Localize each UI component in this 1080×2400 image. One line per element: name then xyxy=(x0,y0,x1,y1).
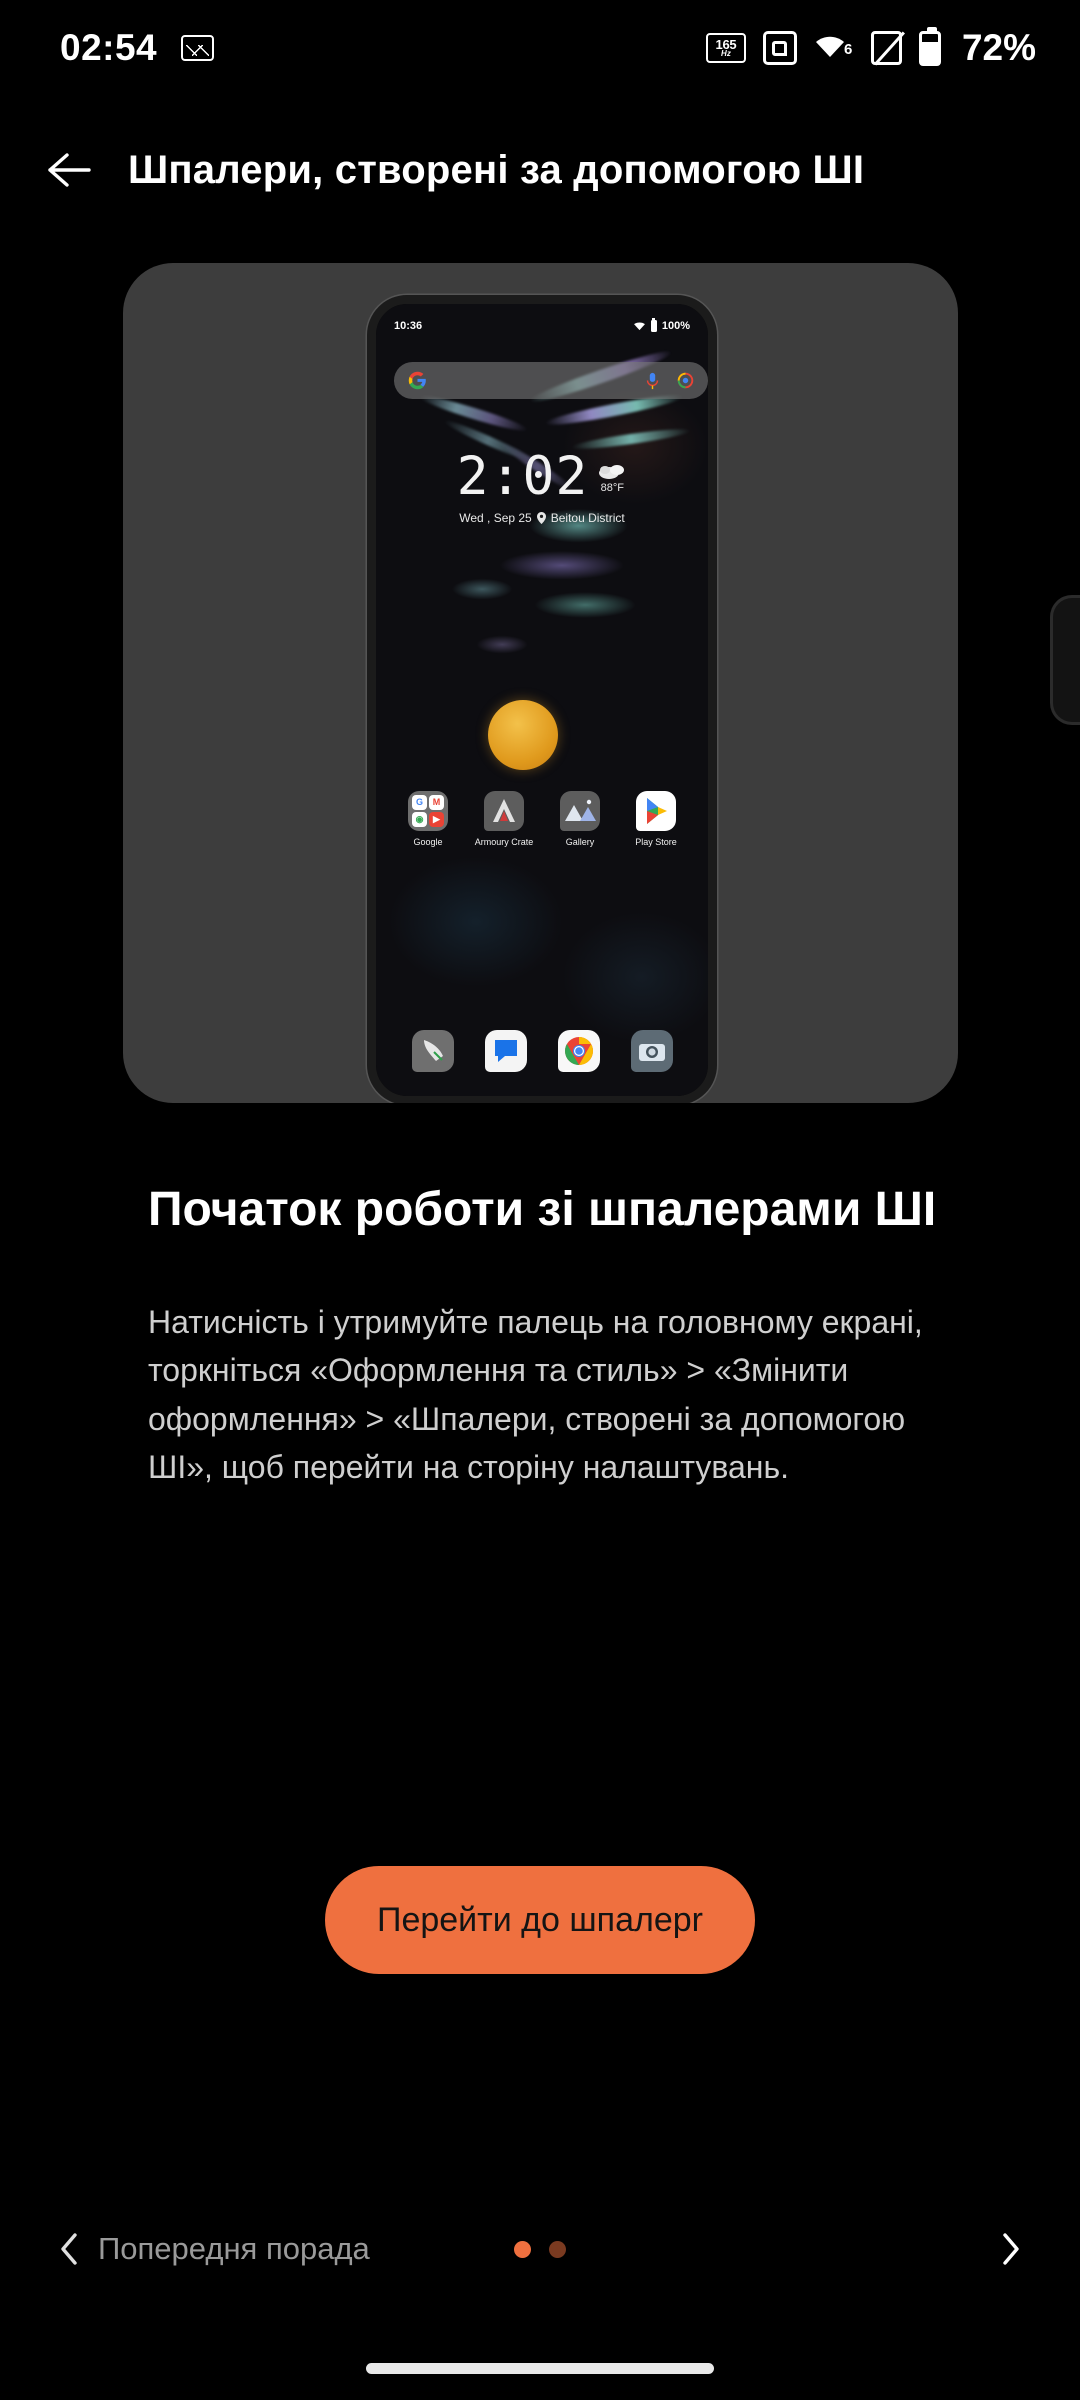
bottom-navigation: Попередня порада xyxy=(0,2194,1080,2304)
ai-wallpaper-image xyxy=(376,304,708,1096)
battery-percent-label: 72% xyxy=(961,27,1036,68)
status-bar-left: 02:54 xyxy=(60,27,215,69)
phone-dialer-icon[interactable] xyxy=(411,1030,454,1072)
arrow-left-icon xyxy=(48,153,91,187)
next-card-peek[interactable] xyxy=(1050,595,1080,725)
app-item[interactable]: Play Store xyxy=(624,791,688,847)
page-dot-inactive[interactable] xyxy=(549,2240,566,2258)
location-pin-icon xyxy=(536,512,546,525)
google-g-icon xyxy=(408,371,426,390)
gallery-icon xyxy=(560,791,600,831)
hero-carousel[interactable]: 10:36 100% 2:02 88°F Wed , Sep 25 Beitou… xyxy=(0,263,1080,1108)
status-bar-clock: 02:54 xyxy=(60,27,158,68)
phone-status-bar: 10:36 100% xyxy=(376,315,708,337)
search-actions xyxy=(645,372,694,390)
play-store-icon xyxy=(636,791,676,831)
google-search-bar[interactable] xyxy=(394,362,708,399)
app-item[interactable]: GM ◉ ▶ Google xyxy=(396,791,460,847)
weather-block: 88°F xyxy=(597,460,627,494)
clock-date: Wed , Sep 25 xyxy=(459,511,532,526)
status-bar-right: 165 Hz 6 72% xyxy=(705,26,1036,69)
page-title: Шпалери, створені за допомогою ШІ xyxy=(128,147,865,192)
wifi-icon xyxy=(633,322,645,331)
phone-status-right: 100% xyxy=(633,318,690,332)
screen-root: 02:54 165 Hz 6 72% Шпалери, створені за … xyxy=(0,0,1080,2400)
home-dock xyxy=(376,1030,708,1072)
weather-temperature: 88°F xyxy=(600,482,624,494)
back-button[interactable] xyxy=(18,120,118,220)
armoury-crate-icon xyxy=(484,791,524,831)
messages-icon[interactable] xyxy=(484,1030,527,1072)
google-lens-icon xyxy=(677,372,694,389)
app-bar: Шпалери, створені за допомогою ШІ xyxy=(0,115,1080,225)
chevron-right-icon xyxy=(1003,2233,1019,2265)
app-label: Armoury Crate xyxy=(474,837,534,847)
clock-widget[interactable]: 2:02 88°F Wed , Sep 25 Beitou District xyxy=(376,446,708,526)
tip-paragraph: Натисність і утримуйте палець на головно… xyxy=(148,1303,923,1486)
previous-tip-label: Попередня порада xyxy=(98,2231,370,2266)
refresh-rate-icon: 165 Hz xyxy=(705,33,746,63)
phone-screen: 10:36 100% 2:02 88°F Wed , Sep 25 Beitou… xyxy=(376,304,708,1096)
hero-card[interactable]: 10:36 100% 2:02 88°F Wed , Sep 25 Beitou… xyxy=(123,263,958,1103)
phone-clock: 10:36 xyxy=(394,320,423,332)
screen-recorder-icon xyxy=(762,31,797,65)
battery-icon xyxy=(650,318,657,332)
wallpaper-orb xyxy=(488,700,558,770)
home-app-row: GM ◉ ▶ Google Armoury Crate Gallery Play… xyxy=(376,791,708,847)
clock-subline: Wed , Sep 25 Beitou District xyxy=(376,511,708,525)
chevron-left-icon xyxy=(61,2233,77,2265)
phone-mockup: 10:36 100% 2:02 88°F Wed , Sep 25 Beitou… xyxy=(367,295,717,1103)
clock-row: 2:02 88°F xyxy=(376,446,708,507)
page-dot-active[interactable] xyxy=(514,2240,531,2258)
microphone-icon xyxy=(646,372,659,389)
wifi-6-icon: 6 xyxy=(814,32,854,64)
refresh-rate-unit: Hz xyxy=(721,49,731,58)
app-label: Play Store xyxy=(635,837,677,847)
chrome-icon[interactable] xyxy=(557,1030,600,1072)
app-label: Gallery xyxy=(565,837,595,847)
phone-battery-label: 100% xyxy=(661,320,690,332)
cta-container: Перейти до шпалерr xyxy=(0,1866,1080,1974)
screenshot-icon xyxy=(181,35,215,61)
app-item[interactable]: Gallery xyxy=(548,791,612,847)
status-bar: 02:54 165 Hz 6 72% xyxy=(0,0,1080,96)
tip-heading: Початок роботи зі шпалерами ШІ xyxy=(148,1183,937,1236)
battery-icon xyxy=(918,26,941,66)
next-tip-button[interactable] xyxy=(1000,2232,1022,2266)
google-folder-icon: GM ◉ ▶ xyxy=(408,791,448,831)
app-item[interactable]: Armoury Crate xyxy=(472,791,536,847)
previous-tip-button[interactable]: Попередня порада xyxy=(58,2231,370,2267)
camera-icon[interactable] xyxy=(630,1030,673,1072)
gesture-nav-pill[interactable] xyxy=(366,2363,714,2374)
cloudy-icon xyxy=(599,465,625,479)
page-indicator xyxy=(514,2240,566,2258)
svg-text:6: 6 xyxy=(844,41,852,58)
clock-time: 2:02 xyxy=(456,446,589,507)
tip-content: Початок роботи зі шпалерами ШІ Натисніст… xyxy=(148,1180,938,1492)
app-label: Google xyxy=(413,837,443,847)
no-sim-icon xyxy=(870,31,902,65)
clock-location: Beitou District xyxy=(550,511,625,526)
go-to-wallpapers-button[interactable]: Перейти до шпалерr xyxy=(325,1866,755,1974)
